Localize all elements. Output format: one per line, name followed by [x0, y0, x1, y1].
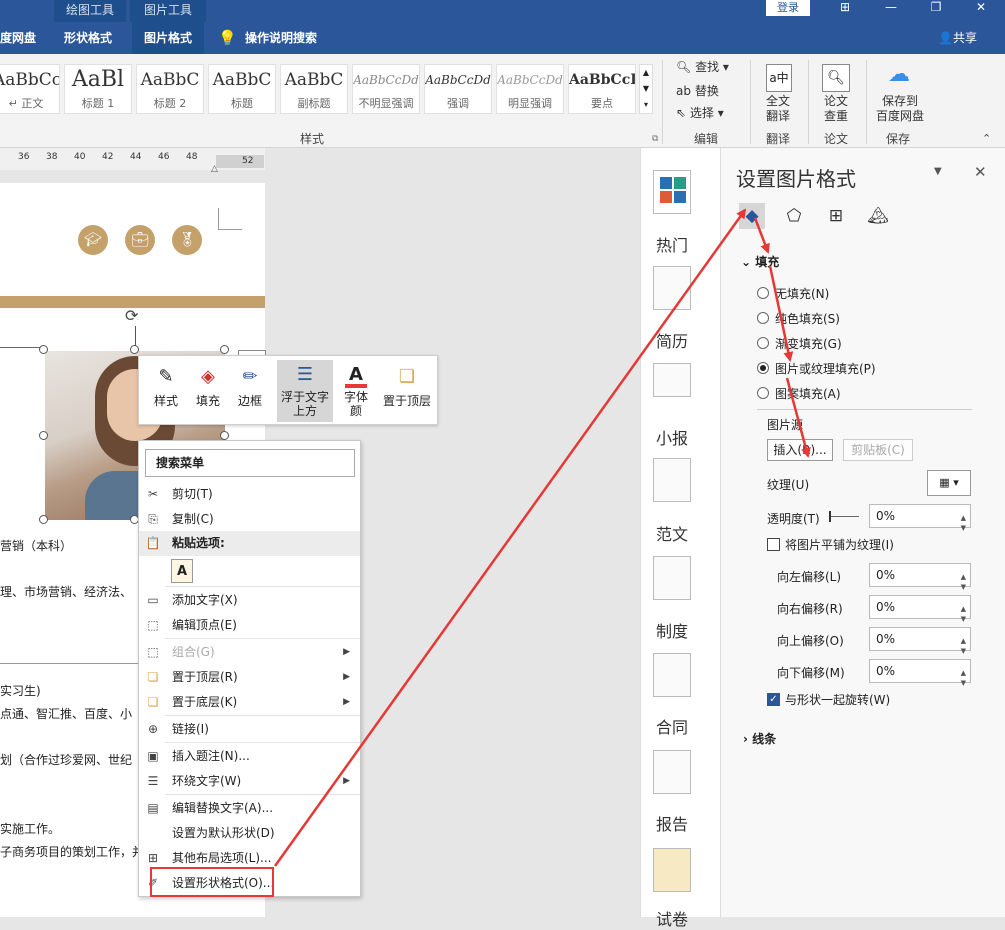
annotation-arrows: [273, 208, 811, 867]
arrow-to-insert-button: [785, 377, 811, 458]
arrow-to-picture-fill: [768, 265, 794, 362]
arrow-to-fill-section: [753, 217, 770, 254]
arrow-to-fill-tab: [273, 208, 747, 867]
